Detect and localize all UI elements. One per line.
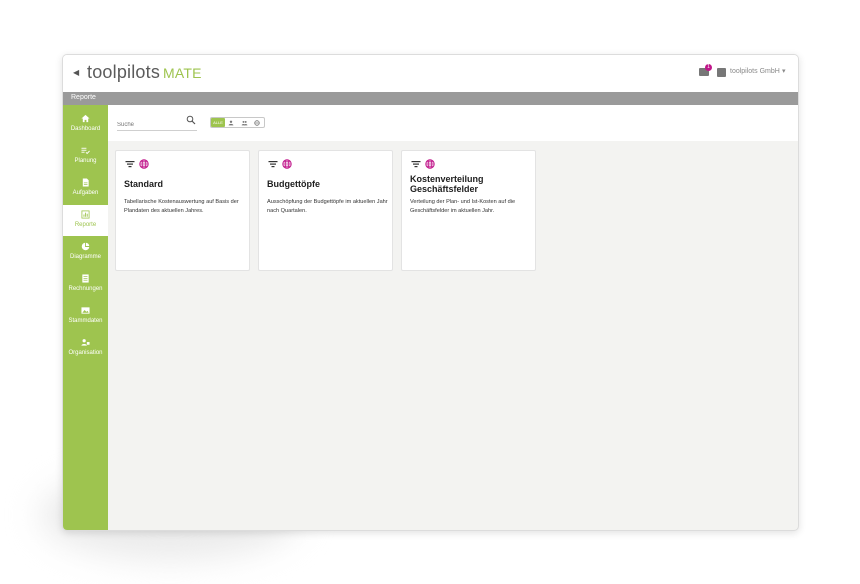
sidebar-item-label: Diagramme (69, 254, 101, 260)
card-description: Tabellarische Kostenauswertung auf Basis… (124, 199, 239, 214)
globe-icon (139, 159, 149, 169)
filter-person-icon[interactable] (225, 118, 237, 127)
card-description: Verteilung der Plan- und Ist-Kosten auf … (410, 199, 516, 214)
filter-icon[interactable] (268, 159, 278, 169)
filter-globe-icon[interactable] (251, 118, 263, 127)
mail-badge: 1 (705, 64, 712, 71)
invoice-icon (82, 274, 89, 283)
back-arrow-icon[interactable]: ◀ (73, 68, 79, 77)
app-window: ◀ toolpilots MATE 1 toolpilots GmbH ▾ Rep… (62, 54, 799, 531)
filter-all-button[interactable]: ALLE (211, 118, 225, 127)
sidebar-item-label: Stammdaten (68, 318, 103, 324)
app-logo[interactable]: toolpilots MATE (87, 62, 202, 83)
sidebar-item-stammdaten[interactable]: Stammdaten (63, 301, 108, 332)
sidebar-item-label: Rechnungen (68, 286, 103, 292)
sidebar-item-label: Aufgaben (72, 190, 99, 196)
sidebar-item-diagramme[interactable]: Diagramme (63, 237, 108, 268)
sidebar-item-label: Organisation (68, 350, 103, 356)
card-title: Kostenverteilung Geschäftsfelder (410, 174, 484, 194)
sidebar-item-planung[interactable]: Planung (63, 141, 108, 172)
globe-icon (425, 159, 435, 169)
user-account-icon[interactable] (717, 68, 726, 77)
globe-icon (282, 159, 292, 169)
logo-main-text: toolpilots (87, 62, 161, 82)
sidebar-item-rechnungen[interactable]: Rechnungen (63, 269, 108, 300)
list-check-icon (81, 147, 90, 155)
report-card-grid: Standard Tabellarische Kostenauswertung … (108, 141, 798, 530)
sidebar-item-dashboard[interactable]: Dashboard (63, 109, 108, 140)
visibility-filter-group: ALLE (210, 117, 265, 128)
people-icon (81, 339, 90, 346)
report-icon (81, 210, 90, 219)
sidebar-item-label: Dashboard (70, 126, 101, 132)
screenshot-stage: ◀ toolpilots MATE 1 toolpilots GmbH ▾ Rep… (0, 0, 860, 584)
card-title: Standard (124, 179, 164, 189)
sidebar: Dashboard Planung Aufgaben Reporte Diagr… (63, 105, 108, 530)
document-icon (82, 178, 89, 187)
sidebar-item-reporte[interactable]: Reporte (63, 205, 108, 236)
sidebar-item-label: Reporte (74, 222, 97, 228)
logo-sub-text: MATE (163, 65, 202, 81)
search-input[interactable] (117, 119, 197, 131)
card-description: Ausschöpfung der Budgettöpfe im aktuelle… (267, 199, 388, 214)
home-icon (81, 114, 90, 123)
report-card-budgettoepfe[interactable]: Budgettöpfe Ausschöpfung der Budgettöpfe… (258, 150, 393, 271)
company-name[interactable]: toolpilots GmbH (730, 68, 780, 75)
card-title: Budgettöpfe (267, 179, 320, 189)
sidebar-item-label: Planung (74, 158, 97, 164)
filter-icon[interactable] (125, 159, 135, 169)
pie-chart-icon (81, 242, 90, 251)
chevron-down-icon[interactable]: ▾ (782, 67, 786, 75)
breadcrumb: Reporte (71, 94, 96, 101)
filter-toolbar: ALLE (108, 105, 798, 141)
report-card-kostenverteilung[interactable]: Kostenverteilung Geschäftsfelder Verteil… (401, 150, 536, 271)
breadcrumb-bar: Reporte (63, 92, 798, 105)
filter-icon[interactable] (411, 159, 421, 169)
image-icon (81, 307, 90, 314)
sidebar-item-organisation[interactable]: Organisation (63, 333, 108, 364)
filter-group-icon[interactable] (238, 118, 250, 127)
sidebar-item-aufgaben[interactable]: Aufgaben (63, 173, 108, 204)
report-card-standard[interactable]: Standard Tabellarische Kostenauswertung … (115, 150, 250, 271)
search-icon[interactable] (186, 115, 196, 125)
top-bar: ◀ toolpilots MATE 1 toolpilots GmbH ▾ (63, 55, 798, 92)
